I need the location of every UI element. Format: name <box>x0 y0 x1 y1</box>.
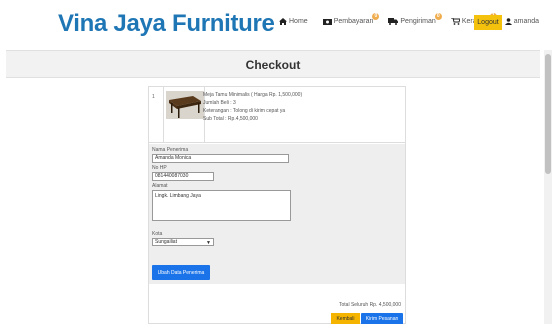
main-nav: Home Pembayaran 0 Pengiriman 0 Keranjang… <box>279 13 548 25</box>
recipient-form: Nama Penerima Amanda Monica No HP 081440… <box>149 144 405 284</box>
chevron-down-icon: ▼ <box>206 240 211 246</box>
table-product-icon <box>166 91 204 119</box>
cart-icon <box>450 18 460 25</box>
nav-pembayaran[interactable]: Pembayaran 0 <box>322 13 380 25</box>
nav-pengiriman-label: Pengiriman <box>400 18 436 25</box>
page: Vina Jaya Furniture Home Pembayaran 0 Pe… <box>0 0 552 324</box>
update-recipient-button[interactable]: Ubah Data Penerima <box>152 265 210 280</box>
item-price-line: Meja Tamu Minimalis ( Harga Rp. 1,500,00… <box>203 92 303 98</box>
scrollbar-thumb[interactable] <box>545 54 551 174</box>
brand-title[interactable]: Vina Jaya Furniture <box>58 10 275 38</box>
city-selected-value: Sungailiat <box>155 239 177 245</box>
nav-user[interactable]: amanda <box>504 18 540 25</box>
checkout-card: 1 Meja Tamu Minimalis ( Harga Rp. 1,500,… <box>148 86 406 324</box>
nav-home-label: Home <box>289 18 308 25</box>
nav-home[interactable]: Home <box>279 18 308 25</box>
item-subtotal-line: Sub Total : Rp.4,500,000 <box>203 116 258 122</box>
nav-user-label: amanda <box>513 18 540 25</box>
item-number: 1 <box>152 94 155 100</box>
address-textarea[interactable]: Lingk. Limbang Jaya <box>152 190 291 221</box>
product-image <box>163 87 205 143</box>
city-select[interactable]: Sungailiat ▼ <box>152 238 214 246</box>
address-label: Alamat <box>152 183 168 189</box>
city-label: Kota <box>152 231 163 237</box>
checkout-bar: Checkout <box>6 50 540 78</box>
order-item-row: 1 Meja Tamu Minimalis ( Harga Rp. 1,500,… <box>149 87 405 143</box>
logout-button[interactable]: Logout <box>474 15 502 30</box>
home-icon <box>279 18 287 25</box>
item-note-line: Keterangan : Tolong di kirim cepat ya <box>203 108 286 114</box>
pembayaran-badge: 0 <box>372 13 380 20</box>
grand-total: Total Seluruh Rp. 4,500,000 <box>339 302 401 308</box>
name-input[interactable]: Amanda Monica <box>152 154 289 163</box>
item-details: Meja Tamu Minimalis ( Harga Rp. 1,500,00… <box>203 91 302 123</box>
pengiriman-badge: 0 <box>434 13 442 20</box>
truck-icon <box>388 18 399 25</box>
phone-label: No HP <box>152 165 167 171</box>
name-label: Nama Penerima <box>152 147 189 153</box>
user-icon <box>504 18 512 25</box>
scrollbar[interactable] <box>544 50 552 324</box>
send-order-button[interactable]: Kirim Pesanan <box>361 313 403 324</box>
header: Vina Jaya Furniture Home Pembayaran 0 Pe… <box>0 0 552 50</box>
money-icon <box>322 18 332 25</box>
nav-pembayaran-label: Pembayaran <box>333 18 374 25</box>
nav-pengiriman[interactable]: Pengiriman 0 <box>388 13 442 25</box>
phone-input[interactable]: 081440087030 <box>152 172 214 181</box>
page-title: Checkout <box>245 58 301 72</box>
item-qty-line: Jumlah Beli : 3 <box>203 100 236 106</box>
back-button[interactable]: Kembali <box>331 313 360 324</box>
